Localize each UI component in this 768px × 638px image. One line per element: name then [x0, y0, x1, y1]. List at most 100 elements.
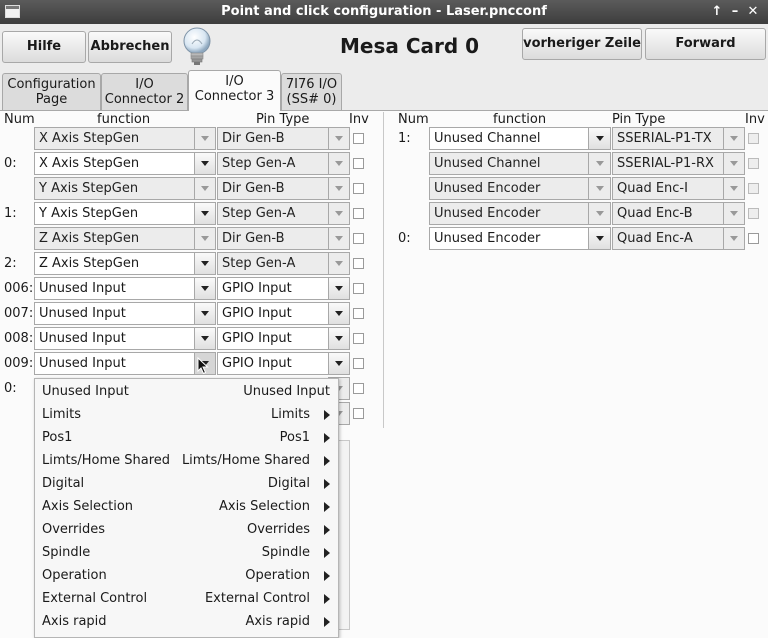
chevron-down-icon[interactable]: [194, 327, 216, 350]
chevron-down-icon[interactable]: [328, 327, 350, 350]
function-combo[interactable]: X Axis StepGen: [34, 127, 195, 150]
menu-item[interactable]: Unused Input Unused Input: [35, 380, 338, 403]
chevron-down-icon[interactable]: [194, 227, 216, 250]
invert-checkbox[interactable]: [353, 408, 364, 419]
chevron-down-icon[interactable]: [328, 227, 350, 250]
pin-type-combo[interactable]: Step Gen-A: [217, 152, 329, 175]
submenu-arrow-icon: [324, 571, 330, 581]
invert-checkbox[interactable]: [748, 158, 759, 169]
maximize-icon[interactable]: ↑: [709, 3, 725, 20]
chevron-down-icon[interactable]: [588, 202, 611, 225]
invert-checkbox[interactable]: [353, 133, 364, 144]
chevron-down-icon[interactable]: [194, 252, 216, 275]
chevron-down-icon[interactable]: [328, 177, 350, 200]
chevron-down-icon[interactable]: [588, 127, 611, 150]
function-combo[interactable]: Unused Channel: [429, 127, 589, 150]
pin-type-combo[interactable]: SSERIAL-P1-TX: [612, 127, 724, 150]
chevron-down-icon[interactable]: [328, 302, 350, 325]
pin-type-combo[interactable]: SSERIAL-P1-RX: [612, 152, 724, 175]
lightbulb-icon[interactable]: [180, 26, 214, 68]
chevron-down-icon[interactable]: [328, 127, 350, 150]
chevron-down-icon[interactable]: [723, 202, 745, 225]
function-combo[interactable]: X Axis StepGen: [34, 152, 195, 175]
menu-item[interactable]: Digital Digital: [35, 472, 338, 495]
pin-type-combo[interactable]: GPIO Input: [217, 352, 329, 375]
chevron-down-icon[interactable]: [194, 202, 216, 225]
chevron-down-icon[interactable]: [194, 127, 216, 150]
function-combo[interactable]: Y Axis StepGen: [34, 177, 195, 200]
pin-type-combo[interactable]: Dir Gen-B: [217, 177, 329, 200]
pin-type-combo[interactable]: GPIO Input: [217, 277, 329, 300]
minimize-icon[interactable]: –: [727, 3, 743, 20]
function-combo[interactable]: Unused Channel: [429, 152, 589, 175]
function-combo[interactable]: Unused Input: [34, 352, 195, 375]
function-combo[interactable]: Z Axis StepGen: [34, 252, 195, 275]
pin-type-combo[interactable]: Step Gen-A: [217, 252, 329, 275]
menu-item[interactable]: Operation Operation: [35, 564, 338, 587]
menu-item[interactable]: Pos1 Pos1: [35, 426, 338, 449]
menu-item[interactable]: Axis rapid Axis rapid: [35, 610, 338, 633]
chevron-down-icon[interactable]: [588, 152, 611, 175]
chevron-down-icon[interactable]: [328, 152, 350, 175]
function-combo[interactable]: Y Axis StepGen: [34, 202, 195, 225]
chevron-down-icon[interactable]: [194, 152, 216, 175]
chevron-down-icon[interactable]: [588, 227, 611, 250]
function-combo[interactable]: Unused Input: [34, 327, 195, 350]
forward-button[interactable]: Forward: [645, 28, 766, 60]
function-combo[interactable]: Unused Encoder: [429, 227, 589, 250]
chevron-down-icon[interactable]: [328, 352, 350, 375]
pin-type-combo[interactable]: Quad Enc-I: [612, 177, 724, 200]
pin-type-combo[interactable]: Quad Enc-B: [612, 202, 724, 225]
pin-type-combo[interactable]: Quad Enc-A: [612, 227, 724, 250]
invert-checkbox[interactable]: [353, 208, 364, 219]
pin-type-combo[interactable]: GPIO Input: [217, 302, 329, 325]
chevron-down-icon[interactable]: [328, 277, 350, 300]
invert-checkbox[interactable]: [353, 183, 364, 194]
cancel-button[interactable]: Abbrechen: [88, 31, 172, 63]
invert-checkbox[interactable]: [748, 208, 759, 219]
chevron-down-icon[interactable]: [194, 302, 216, 325]
tab-io-connector-3[interactable]: I/O Connector 3: [188, 70, 281, 111]
pin-type-combo[interactable]: Dir Gen-B: [217, 227, 329, 250]
invert-checkbox[interactable]: [353, 233, 364, 244]
pin-type-combo[interactable]: Step Gen-A: [217, 202, 329, 225]
menu-item[interactable]: Limits Limits: [35, 403, 338, 426]
function-combo[interactable]: Unused Encoder: [429, 177, 589, 200]
pin-type-combo[interactable]: GPIO Input: [217, 327, 329, 350]
chevron-down-icon[interactable]: [723, 227, 745, 250]
help-button[interactable]: Hilfe: [2, 31, 86, 63]
menu-item[interactable]: Limts/Home Shared Limts/Home Shared: [35, 449, 338, 472]
chevron-down-icon[interactable]: [194, 177, 216, 200]
previous-row-button[interactable]: vorheriger Zeile: [522, 28, 642, 60]
chevron-down-icon[interactable]: [194, 277, 216, 300]
function-combo[interactable]: Unused Input: [34, 277, 195, 300]
chevron-down-icon[interactable]: [588, 177, 611, 200]
invert-checkbox[interactable]: [748, 183, 759, 194]
menu-item[interactable]: Axis Selection Axis Selection: [35, 495, 338, 518]
chevron-down-icon[interactable]: [328, 202, 350, 225]
invert-checkbox[interactable]: [353, 383, 364, 394]
pin-type-combo[interactable]: Dir Gen-B: [217, 127, 329, 150]
menu-item[interactable]: External Control External Control: [35, 587, 338, 610]
invert-checkbox[interactable]: [353, 333, 364, 344]
invert-checkbox[interactable]: [353, 283, 364, 294]
function-combo[interactable]: Unused Encoder: [429, 202, 589, 225]
function-combo[interactable]: Unused Input: [34, 302, 195, 325]
chevron-down-icon[interactable]: [723, 177, 745, 200]
menu-item[interactable]: Spindle Spindle: [35, 541, 338, 564]
invert-checkbox[interactable]: [353, 158, 364, 169]
tab-io-connector-2[interactable]: I/O Connector 2: [101, 73, 188, 110]
chevron-down-icon[interactable]: [723, 127, 745, 150]
invert-checkbox[interactable]: [353, 308, 364, 319]
invert-checkbox[interactable]: [748, 233, 759, 244]
invert-checkbox[interactable]: [353, 258, 364, 269]
chevron-down-icon[interactable]: [723, 152, 745, 175]
tab-configuration-page[interactable]: Configuration Page: [2, 73, 101, 110]
invert-checkbox[interactable]: [748, 133, 759, 144]
tab-7i76-io[interactable]: 7I76 I/O (SS# 0): [281, 73, 342, 110]
chevron-down-icon[interactable]: [328, 252, 350, 275]
menu-item[interactable]: Overrides Overrides: [35, 518, 338, 541]
function-combo[interactable]: Z Axis StepGen: [34, 227, 195, 250]
close-icon[interactable]: ✕: [745, 3, 761, 20]
invert-checkbox[interactable]: [353, 358, 364, 369]
